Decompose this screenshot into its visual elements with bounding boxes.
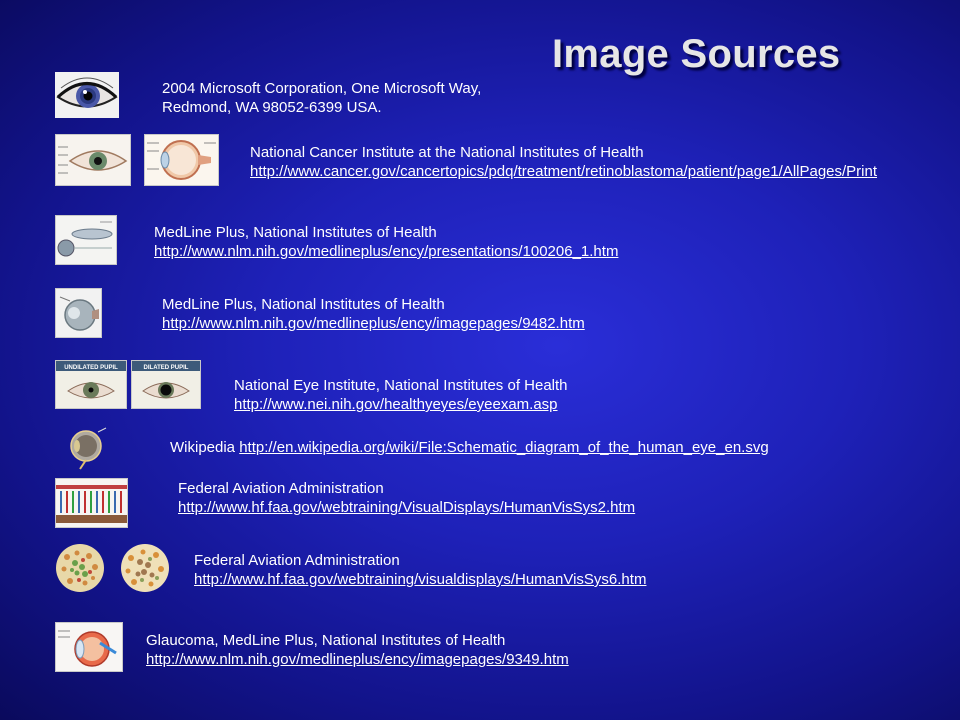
eyeball-model-icon (55, 288, 102, 338)
source-2-text: National Cancer Institute at the Nationa… (250, 143, 877, 181)
source-5-link[interactable]: http://www.nei.nih.gov/healthyeyes/eyeex… (234, 395, 568, 414)
eye-photo-icon (55, 72, 119, 118)
source-7-label: Federal Aviation Administration (178, 480, 384, 497)
source-5-text: National Eye Institute, National Institu… (234, 376, 568, 414)
eye-anatomy-front-icon (55, 134, 131, 186)
source-3-link[interactable]: http://www.nlm.nih.gov/medlineplus/ency/… (154, 242, 618, 261)
dilated-pupil-icon: DILATED PUPIL (131, 360, 201, 409)
dilated-pupil-label: DILATED PUPIL (144, 365, 189, 371)
source-2-link[interactable]: http://www.cancer.gov/cancertopics/pdq/t… (250, 162, 877, 181)
source-4-text: MedLine Plus, National Institutes of Hea… (162, 295, 585, 333)
source-2-label: National Cancer Institute at the Nationa… (250, 144, 644, 161)
source-1-line2: Redmond, WA 98052-6399 USA. (162, 99, 382, 116)
retina-cells-icon (55, 478, 128, 528)
source-6-label: Wikipedia (170, 439, 236, 456)
source-6-text: Wikipedia http://en.wikipedia.org/wiki/F… (170, 438, 769, 457)
color-blind-test-icon-2 (120, 543, 170, 593)
source-8-link[interactable]: http://www.hf.faa.gov/webtraining/visual… (194, 570, 646, 589)
source-8-label: Federal Aviation Administration (194, 552, 400, 569)
source-9-text: Glaucoma, MedLine Plus, National Institu… (146, 631, 569, 669)
color-blind-test-icon-1 (55, 543, 105, 593)
source-1-text: 2004 Microsoft Corporation, One Microsof… (162, 79, 481, 117)
source-5-label: National Eye Institute, National Institu… (234, 377, 568, 394)
source-9-link[interactable]: http://www.nlm.nih.gov/medlineplus/ency/… (146, 650, 569, 669)
slide-title: Image Sources (552, 32, 841, 76)
source-1-line1: 2004 Microsoft Corporation, One Microsof… (162, 80, 482, 97)
eye-cross-section-icon (144, 134, 219, 186)
undilated-pupil-icon: UNDILATED PUPIL (55, 360, 127, 409)
glaucoma-diagram-icon (55, 622, 123, 672)
source-7-link[interactable]: http://www.hf.faa.gov/webtraining/Visual… (178, 498, 635, 517)
source-6-link[interactable]: http://en.wikipedia.org/wiki/File:Schema… (239, 439, 768, 456)
source-4-link[interactable]: http://www.nlm.nih.gov/medlineplus/ency/… (162, 314, 585, 333)
undilated-pupil-label: UNDILATED PUPIL (64, 365, 118, 371)
source-9-label: Glaucoma, MedLine Plus, National Institu… (146, 632, 506, 649)
lens-diagram-icon (55, 215, 117, 265)
source-4-label: MedLine Plus, National Institutes of Hea… (162, 296, 445, 313)
schematic-eye-icon (68, 424, 108, 470)
source-8-text: Federal Aviation Administration http://w… (194, 551, 646, 589)
source-7-text: Federal Aviation Administration http://w… (178, 479, 635, 517)
source-3-label: MedLine Plus, National Institutes of Hea… (154, 224, 437, 241)
source-3-text: MedLine Plus, National Institutes of Hea… (154, 223, 618, 261)
